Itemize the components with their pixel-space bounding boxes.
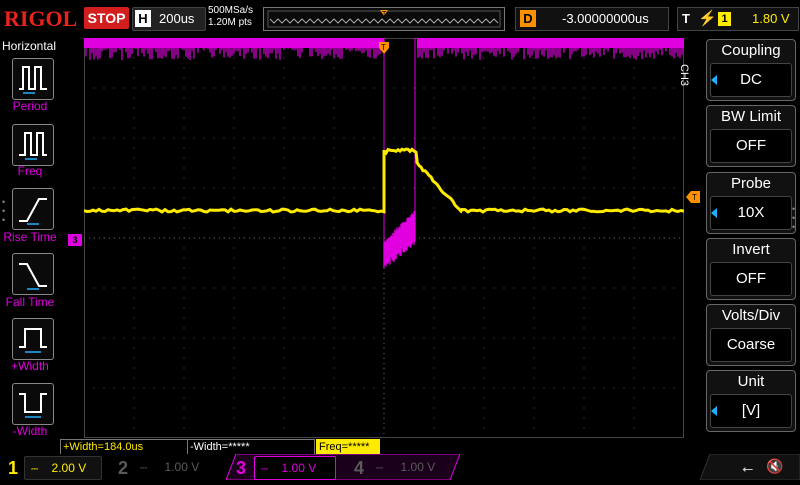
trigger-label: T	[682, 11, 690, 26]
menu-title: Horizontal	[2, 39, 56, 53]
fall-time-icon	[13, 254, 53, 294]
positive-width-button[interactable]	[12, 318, 54, 360]
channel-3-number[interactable]: 3	[236, 458, 246, 479]
trigger-time-marker-label: T	[381, 43, 386, 52]
menu-invert[interactable]: Invert OFF	[706, 238, 796, 300]
channel-4-scale[interactable]: ⎓ 1.00 V	[370, 456, 450, 478]
channel-2-number[interactable]: 2	[118, 458, 128, 479]
menu-item-value[interactable]: OFF	[710, 262, 792, 296]
menu-item-title: Volts/Div	[707, 305, 795, 327]
horizontal-label: H	[135, 10, 151, 27]
delay-readout[interactable]: D -3.00000000us	[515, 7, 669, 31]
menu-item-title: Invert	[707, 239, 795, 261]
trigger-source: 1	[718, 12, 731, 26]
channel-2-scale-value: 1.00 V	[165, 460, 200, 474]
menu-probe[interactable]: Probe 10X	[706, 172, 796, 234]
menu-item-value[interactable]: Coarse	[710, 328, 792, 362]
menu-item-value[interactable]: OFF	[710, 129, 792, 163]
positive-width-icon	[13, 319, 53, 359]
menu-item-title: Coupling	[707, 40, 795, 62]
usb-icon: ⭠	[742, 460, 753, 477]
menu-unit[interactable]: Unit [V]	[706, 370, 796, 432]
channel-menu: Coupling DC BW Limit OFF Probe 10X Invert OFF Vo…	[688, 38, 800, 454]
rise-time-button[interactable]	[12, 188, 54, 230]
menu-item-value[interactable]: 10X	[710, 196, 792, 230]
channel-2-scale[interactable]: ⎓ 1.00 V	[134, 456, 214, 478]
measurement-pos-width-value: +Width=184.0us	[63, 441, 143, 453]
rising-edge-icon: ⚡	[698, 9, 717, 27]
menu-item-value[interactable]: DC	[710, 63, 792, 97]
brand-logo: RIGOL	[4, 6, 77, 32]
channel-3-scale[interactable]: ⎓ 1.00 V	[254, 456, 336, 480]
ch3-offset-marker[interactable]: 3	[68, 234, 82, 246]
menu-coupling[interactable]: Coupling DC	[706, 39, 796, 101]
memory-overview: T	[263, 7, 505, 31]
menu-bw-limit[interactable]: BW Limit OFF	[706, 105, 796, 167]
negative-width-button[interactable]	[12, 383, 54, 425]
trigger-readout[interactable]: T ⚡ 1 1.80 V	[677, 7, 799, 31]
horizontal-measure-menu: Horizontal Period Freq • • • Rise Time Fal…	[0, 38, 60, 454]
sample-rate: 500MSa/s	[208, 5, 253, 17]
run-stop-indicator[interactable]: STOP	[84, 7, 129, 29]
channel-1-scale-value: 2.00 V	[52, 461, 87, 475]
acquisition-info: 500MSa/s 1.20M pts	[208, 5, 253, 29]
top-status-bar: RIGOL STOP H 200us 500MSa/s 1.20M pts T …	[0, 0, 800, 38]
freq-icon	[13, 125, 53, 165]
channel-4-scale-value: 1.00 V	[401, 460, 436, 474]
channel-4-number[interactable]: 4	[354, 458, 364, 479]
scroll-indicator-right: • • •	[792, 205, 795, 232]
freq-label: Freq	[0, 164, 60, 178]
speaker-muted-icon[interactable]: 🔇	[766, 458, 783, 475]
freq-button[interactable]	[12, 124, 54, 166]
dc-coupling-icon: ⎓	[31, 464, 38, 474]
rise-time-icon	[13, 189, 53, 229]
measurement-neg-width-value: -Width=*****	[190, 441, 250, 453]
left-arrow-icon	[711, 75, 717, 85]
menu-volts-div[interactable]: Volts/Div Coarse	[706, 304, 796, 366]
rise-time-label: Rise Time	[0, 230, 60, 244]
positive-width-label: +Width	[0, 359, 60, 373]
dc-coupling-icon: ⎓	[376, 463, 383, 473]
svg-text:T: T	[382, 11, 387, 18]
menu-item-value[interactable]: [V]	[710, 394, 792, 428]
channel-1-number[interactable]: 1	[8, 458, 18, 479]
scroll-indicator-left: • • •	[2, 198, 5, 225]
period-label: Period	[0, 99, 60, 113]
waveform-display[interactable]: T	[84, 38, 684, 438]
menu-item-title: BW Limit	[707, 106, 795, 128]
negative-width-icon	[13, 384, 53, 424]
fall-time-label: Fall Time	[0, 295, 60, 309]
left-arrow-icon	[711, 406, 717, 416]
delay-value: -3.00000000us	[562, 11, 649, 26]
menu-item-title: Unit	[707, 371, 795, 393]
measurement-neg-width[interactable]: -Width=*****	[187, 439, 315, 455]
timebase-value: 200us	[159, 11, 194, 26]
dc-coupling-icon: ⎓	[261, 464, 268, 474]
left-arrow-icon	[711, 208, 717, 218]
memory-waveform-preview: T	[264, 8, 504, 30]
channel-3-scale-value: 1.00 V	[282, 461, 317, 475]
period-icon	[13, 59, 53, 99]
memory-depth: 1.20M pts	[208, 17, 253, 29]
horizontal-timebase[interactable]: H 200us	[132, 7, 206, 31]
delay-label: D	[520, 10, 536, 27]
channel-1-scale[interactable]: ⎓ 2.00 V	[24, 456, 102, 480]
measurement-pos-width[interactable]: +Width=184.0us	[60, 439, 188, 455]
dc-coupling-icon: ⎓	[140, 463, 147, 473]
measurement-freq[interactable]: Freq=*****	[316, 439, 380, 455]
negative-width-label: -Width	[0, 424, 60, 438]
trigger-level: 1.80 V	[752, 11, 790, 26]
fall-time-button[interactable]	[12, 253, 54, 295]
measurement-freq-value: Freq=*****	[319, 441, 369, 453]
period-button[interactable]	[12, 58, 54, 100]
menu-item-title: Probe	[707, 173, 795, 195]
